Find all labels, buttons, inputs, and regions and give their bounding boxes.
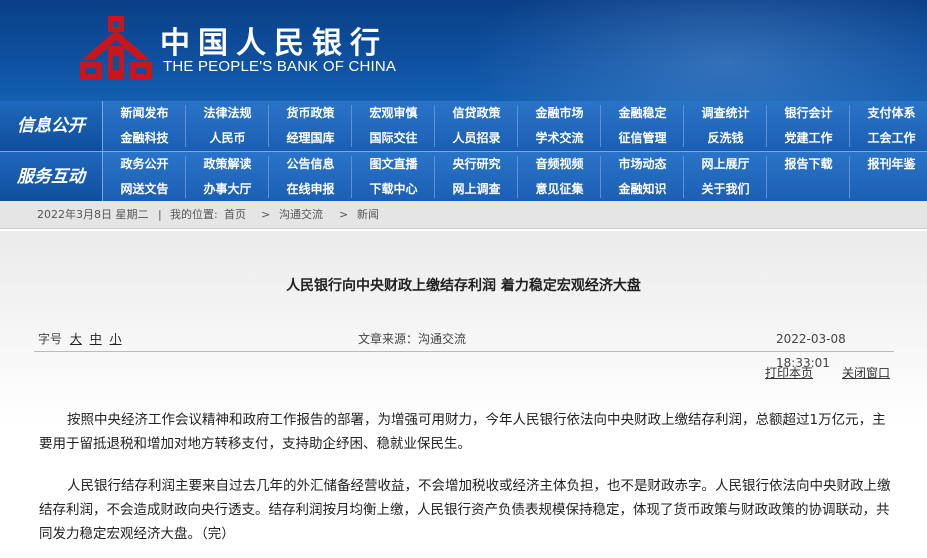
nav-item[interactable]: 信贷政策 [435, 101, 518, 126]
article-paragraph: 按照中央经济工作会议精神和政府工作报告的部署，为增强可用财力，今年人民银行依法向… [39, 412, 886, 452]
article-meta: 字号 大 中 小 文章来源：沟通交流 2022-03-08 18:33:01 [34, 327, 894, 370]
breadcrumb-date: 2022年3月8日 星期二 [37, 208, 149, 221]
header-glow [467, 0, 927, 101]
nav-item[interactable]: 支付体系 [850, 101, 927, 126]
nav-item[interactable]: 人民币 [186, 126, 269, 151]
article-paragraph: 人民银行结存利润主要来自过去几年的外汇储备经营收益，不会增加税收或经济主体负担，… [39, 478, 891, 542]
breadcrumb-separator: > [261, 208, 271, 221]
nav-item[interactable]: 音频视频 [518, 152, 601, 177]
breadcrumb-section-link[interactable]: 沟通交流 [279, 201, 323, 228]
site-title-cn: 中国人民银行 [160, 26, 388, 61]
nav-item[interactable]: 经理国库 [269, 126, 352, 151]
nav-item[interactable]: 意见征集 [518, 177, 601, 202]
nav-item[interactable]: 市场动态 [601, 152, 684, 177]
nav-item[interactable]: 下载中心 [352, 177, 435, 202]
font-size-large[interactable]: 大 [70, 332, 82, 346]
nav-item[interactable]: 图文直播 [352, 152, 435, 177]
nav-item[interactable]: 金融科技 [103, 126, 186, 151]
breadcrumb-current[interactable]: 新闻 [357, 201, 379, 228]
nav-label-info: 信息公开 [0, 101, 103, 151]
nav-item[interactable]: 网送文告 [103, 177, 186, 202]
nav-item[interactable]: 关于我们 [684, 177, 767, 202]
nav-item[interactable]: 金融市场 [518, 101, 601, 126]
nav-item[interactable]: 网上调查 [435, 177, 518, 202]
nav-label-service: 服务互动 [0, 152, 103, 202]
nav-item[interactable]: 征信管理 [601, 126, 684, 151]
nav-item[interactable]: 在线申报 [269, 177, 352, 202]
nav-item[interactable]: 报告下载 [767, 152, 850, 177]
article-title: 人民银行向中央财政上缴结存利润 着力稳定宏观经济大盘 [286, 278, 641, 294]
nav-item[interactable]: 报刊年鉴 [850, 152, 927, 177]
pboc-logo-icon[interactable] [78, 16, 154, 82]
nav-item[interactable]: 反洗钱 [684, 126, 767, 151]
nav-item[interactable]: 工会工作 [850, 126, 927, 151]
nav-grid-info: 新闻发布 法律法规 货币政策 宏观审慎 信贷政策 金融市场 金融稳定 调查统计 银行会计 支付体系… [103, 101, 927, 151]
breadcrumb-location-label: 我的位置: [170, 208, 218, 221]
nav-item[interactable]: 政务公开 [103, 152, 186, 177]
nav-item[interactable]: 央行研究 [435, 152, 518, 177]
nav-item[interactable]: 货币政策 [269, 101, 352, 126]
nav-item[interactable]: 国际交往 [352, 126, 435, 151]
nav-band-service: 服务互动 政务公开 政策解读 公告信息 图文直播 央行研究 音频视频 市场动态 网上展厅 报告下… [0, 151, 927, 202]
nav-grid-service: 政务公开 政策解读 公告信息 图文直播 央行研究 音频视频 市场动态 网上展厅 报告下载 报刊年鉴… [103, 152, 927, 202]
nav-item[interactable]: 新闻发布 [103, 101, 186, 126]
breadcrumb: 2022年3月8日 星期二 | 我的位置: 首页 > 沟通交流 > 新闻 [0, 201, 927, 229]
nav-item[interactable]: 金融知识 [601, 177, 684, 202]
article-source: 文章来源：沟通交流 [358, 332, 467, 346]
nav-item[interactable]: 办事大厅 [186, 177, 269, 202]
nav-item[interactable]: 宏观审慎 [352, 101, 435, 126]
breadcrumb-home-link[interactable]: 首页 [224, 201, 246, 228]
breadcrumb-divider: | [158, 208, 162, 221]
nav-item[interactable]: 调查统计 [684, 101, 767, 126]
font-size-medium[interactable]: 中 [90, 332, 102, 346]
close-window-link[interactable]: 关闭窗口 [842, 364, 890, 381]
nav-item[interactable]: 法律法规 [186, 101, 269, 126]
nav-item[interactable]: 金融稳定 [601, 101, 684, 126]
nav-item[interactable]: 政策解读 [186, 152, 269, 177]
print-page-link[interactable]: 打印本页 [765, 364, 813, 381]
site-header: 中国人民银行 THE PEOPLE'S BANK OF CHINA [0, 0, 927, 101]
font-size-label: 字号 [38, 332, 63, 346]
nav-item[interactable]: 人员招录 [435, 126, 518, 151]
nav-item[interactable]: 学术交流 [518, 126, 601, 151]
main-navigation: 信息公开 新闻发布 法律法规 货币政策 宏观审慎 信贷政策 金融市场 金融稳定 调查统计 银行会… [0, 101, 927, 202]
breadcrumb-separator: > [339, 208, 349, 221]
font-size-small[interactable]: 小 [110, 332, 122, 346]
font-size-control: 字号 大 中 小 [38, 327, 122, 351]
site-title-en: THE PEOPLE'S BANK OF CHINA [163, 58, 397, 75]
nav-band-info: 信息公开 新闻发布 法律法规 货币政策 宏观审慎 信贷政策 金融市场 金融稳定 调查统计 银行会… [0, 101, 927, 151]
nav-item[interactable]: 网上展厅 [684, 152, 767, 177]
nav-item[interactable]: 党建工作 [767, 126, 850, 151]
nav-item[interactable]: 公告信息 [269, 152, 352, 177]
nav-item[interactable]: 银行会计 [767, 101, 850, 126]
